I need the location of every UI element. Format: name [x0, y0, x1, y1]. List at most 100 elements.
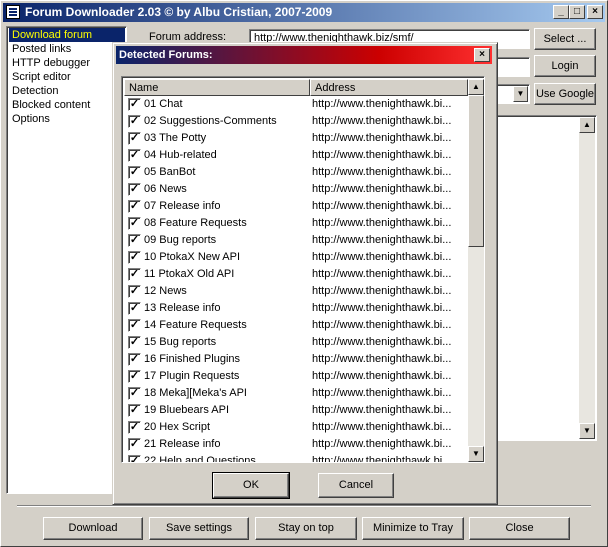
list-item[interactable]: ✓ 14 Feature Requests http://www.thenighth…	[124, 317, 468, 334]
forum-name: 15 Bug reports	[144, 336, 217, 348]
title-bar[interactable]: Forum Downloader 2.03 © by Albu Cristian…	[3, 3, 605, 22]
checkbox[interactable]: ✓	[128, 234, 141, 247]
dialog-title-bar[interactable]: Detected Forums: ×	[116, 46, 492, 64]
forum-name: 08 Feature Requests	[144, 217, 247, 229]
minimize-button[interactable]: _	[553, 5, 569, 19]
forum-name: 18 Meka][Meka's API	[144, 387, 247, 399]
checkbox[interactable]: ✓	[128, 285, 141, 298]
forum-name: 20 Hex Script	[144, 421, 211, 433]
list-scroll-down-icon[interactable]: ▼	[468, 446, 484, 462]
list-item[interactable]: ✓ 21 Release info http://www.thenighthawk.…	[124, 436, 468, 453]
list-item[interactable]: ✓ 13 Release info http://www.thenighthawk.…	[124, 300, 468, 317]
list-item[interactable]: ✓ 01 Chat http://www.thenighthawk.bi...	[124, 96, 468, 113]
checkbox[interactable]: ✓	[128, 251, 141, 264]
forum-address: http://www.thenighthawk.bi...	[312, 183, 452, 195]
checkbox[interactable]: ✓	[128, 370, 141, 383]
log-scroll-up-icon[interactable]: ▲	[579, 117, 595, 133]
checkbox[interactable]: ✓	[128, 404, 141, 417]
close-window-button[interactable]: ×	[587, 5, 603, 19]
list-item[interactable]: ✓ 20 Hex Script http://www.thenighthawk.bi…	[124, 419, 468, 436]
footer-separator	[17, 505, 591, 507]
select-button[interactable]: Select ...	[534, 28, 596, 50]
checkbox[interactable]: ✓	[128, 98, 141, 111]
list-item[interactable]: ✓ 19 Bluebears API http://www.thenighthawk…	[124, 402, 468, 419]
nav-item-options[interactable]: Options	[9, 112, 125, 126]
nav-item-blocked-content[interactable]: Blocked content	[9, 98, 125, 112]
download-button[interactable]: Download	[43, 517, 143, 540]
log-scroll-down-icon[interactable]: ▼	[579, 423, 595, 439]
dialog-close-icon[interactable]: ×	[474, 48, 490, 62]
list-item[interactable]: ✓ 11 PtokaX Old API http://www.thenighthaw…	[124, 266, 468, 283]
ok-button[interactable]: OK	[212, 472, 290, 499]
list-item[interactable]: ✓ 17 Plugin Requests http://www.thenightha…	[124, 368, 468, 385]
checkbox[interactable]: ✓	[128, 115, 141, 128]
column-header-address[interactable]: Address	[310, 79, 468, 96]
use-google-button[interactable]: Use Google	[534, 83, 596, 105]
list-scrollbar[interactable]: ▲ ▼	[468, 79, 484, 462]
forums-list: Name Address ✓ 01 Chat http://www.thenight…	[121, 76, 485, 463]
forum-name: 14 Feature Requests	[144, 319, 247, 331]
column-header-name[interactable]: Name	[124, 79, 310, 96]
forum-address: http://www.thenighthawk.bi...	[312, 370, 452, 382]
checkbox[interactable]: ✓	[128, 438, 141, 451]
forum-address: http://www.thenighthawk.bi...	[312, 115, 452, 127]
list-item[interactable]: ✓ 18 Meka][Meka's API http://www.thenighth…	[124, 385, 468, 402]
nav-item-script-editor[interactable]: Script editor	[9, 70, 125, 84]
list-item[interactable]: ✓ 06 News http://www.thenighthawk.bi...	[124, 181, 468, 198]
checkbox[interactable]: ✓	[128, 149, 141, 162]
list-item[interactable]: ✓ 12 News http://www.thenighthawk.bi...	[124, 283, 468, 300]
stay-on-top-button[interactable]: Stay on top	[255, 517, 357, 540]
list-item[interactable]: ✓ 10 PtokaX New API http://www.thenighthaw…	[124, 249, 468, 266]
list-item[interactable]: ✓ 07 Release info http://www.thenighthawk.…	[124, 198, 468, 215]
checkbox[interactable]: ✓	[128, 268, 141, 281]
checkbox[interactable]: ✓	[128, 200, 141, 213]
list-item[interactable]: ✓ 16 Finished Plugins http://www.thenighth…	[124, 351, 468, 368]
list-scroll-up-icon[interactable]: ▲	[468, 79, 484, 95]
detected-forums-dialog: Detected Forums: × Name Address ✓ 01 Chat…	[112, 42, 498, 505]
forum-name: 02 Suggestions-Comments	[144, 115, 277, 127]
checkbox[interactable]: ✓	[128, 387, 141, 400]
list-item[interactable]: ✓ 04 Hub-related http://www.thenighthawk.b…	[124, 147, 468, 164]
log-scrollbar[interactable]: ▲ ▼	[579, 117, 595, 439]
forum-name: 09 Bug reports	[144, 234, 217, 246]
checkbox[interactable]: ✓	[128, 455, 141, 462]
nav-item-download-forum[interactable]: Download forum	[9, 28, 125, 42]
dropdown-arrow-icon[interactable]: ▼	[513, 86, 528, 102]
minimize-to-tray-button[interactable]: Minimize to Tray	[362, 517, 464, 540]
forum-name: 01 Chat	[144, 98, 183, 110]
forum-name: 11 PtokaX Old API	[144, 268, 235, 280]
window-title: Forum Downloader 2.03 © by Albu Cristian…	[25, 5, 333, 19]
checkbox[interactable]: ✓	[128, 336, 141, 349]
forum-address: http://www.thenighthawk.bi...	[312, 234, 452, 246]
save-settings-button[interactable]: Save settings	[149, 517, 249, 540]
login-button[interactable]: Login	[534, 55, 596, 77]
list-item[interactable]: ✓ 08 Feature Requests http://www.thenighth…	[124, 215, 468, 232]
list-item[interactable]: ✓ 15 Bug reports http://www.thenighthawk.b…	[124, 334, 468, 351]
close-button[interactable]: Close	[469, 517, 570, 540]
checkbox[interactable]: ✓	[128, 421, 141, 434]
list-item[interactable]: ✓ 22 Help and Questions http://www.thenigh…	[124, 453, 468, 462]
checkbox[interactable]: ✓	[128, 302, 141, 315]
forum-address: http://www.thenighthawk.bi...	[312, 217, 452, 229]
nav-item-http-debugger[interactable]: HTTP debugger	[9, 56, 125, 70]
checkbox[interactable]: ✓	[128, 132, 141, 145]
list-scroll-thumb[interactable]	[468, 95, 484, 247]
maximize-button[interactable]: □	[569, 5, 585, 19]
cancel-button[interactable]: Cancel	[318, 473, 394, 498]
list-item[interactable]: ✓ 05 BanBot http://www.thenighthawk.bi...	[124, 164, 468, 181]
list-item[interactable]: ✓ 03 The Potty http://www.thenighthawk.bi.…	[124, 130, 468, 147]
nav-item-detection[interactable]: Detection	[9, 84, 125, 98]
forum-name: 04 Hub-related	[144, 149, 217, 161]
forum-address: http://www.thenighthawk.bi...	[312, 438, 452, 450]
nav-list: Download forum Posted links HTTP debugge…	[6, 26, 127, 494]
checkbox[interactable]: ✓	[128, 353, 141, 366]
list-item[interactable]: ✓ 09 Bug reports http://www.thenighthawk.b…	[124, 232, 468, 249]
list-item[interactable]: ✓ 02 Suggestions-Comments http://www.theni…	[124, 113, 468, 130]
forum-name: 22 Help and Questions	[144, 455, 256, 462]
forum-address: http://www.thenighthawk.bi...	[312, 149, 452, 161]
checkbox[interactable]: ✓	[128, 319, 141, 332]
checkbox[interactable]: ✓	[128, 183, 141, 196]
checkbox[interactable]: ✓	[128, 217, 141, 230]
checkbox[interactable]: ✓	[128, 166, 141, 179]
nav-item-posted-links[interactable]: Posted links	[9, 42, 125, 56]
